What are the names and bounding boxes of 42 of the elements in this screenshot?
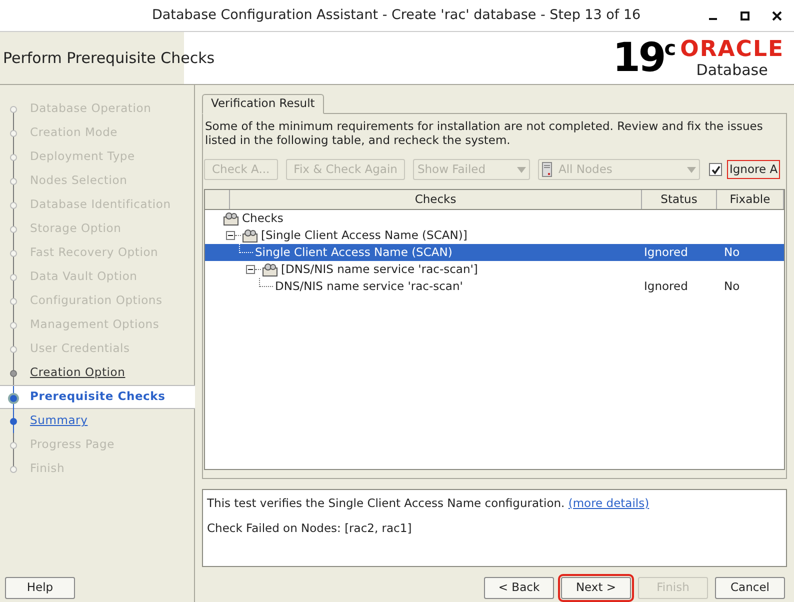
- caret-icon: [517, 166, 526, 172]
- tab[interactable]: Verification Result: [202, 94, 324, 114]
- collapse-icon[interactable]: [226, 231, 235, 240]
- footer-button[interactable]: Cancel: [715, 577, 785, 599]
- check-name: Checks: [242, 210, 284, 227]
- more-details-link[interactable]: (more details): [568, 496, 650, 510]
- status-text: Ignored: [644, 278, 688, 293]
- step-item[interactable]: Creation Option: [30, 364, 126, 382]
- page-title: Perform Prerequisite Checks: [3, 48, 215, 69]
- ignore-checkbox[interactable]: [709, 163, 722, 176]
- details-text: This test verifies the Single Client Access Name configuration. (more details): [207, 495, 650, 512]
- caret-icon: [687, 166, 696, 172]
- column-header[interactable]: Status: [642, 190, 717, 209]
- server-icon: [542, 162, 552, 177]
- tree-row[interactable]: DNS/NIS name service 'rac-scan' Ignored No: [205, 278, 784, 295]
- window-title: Database Configuration Assistant - Create 'rac' database - Step 13 of 16: [152, 6, 641, 26]
- ignore-label[interactable]: Ignore A: [727, 160, 780, 180]
- check-name: [Single Client Access Name (SCAN)]: [261, 226, 468, 244]
- tree-row[interactable]: Single Client Access Name (SCAN) Ignored No: [205, 244, 784, 261]
- footer-button[interactable]: Next >: [561, 577, 631, 599]
- fixable-text: No: [724, 244, 740, 259]
- tree-row[interactable]: [DNS/NIS name service 'rac-scan']: [205, 261, 784, 278]
- check-name: DNS/NIS name service 'rac-scan': [275, 278, 463, 295]
- tree-row[interactable]: [Single Client Access Name (SCAN)]: [205, 227, 784, 244]
- folder-gear-icon: [223, 212, 239, 226]
- step-item[interactable]: Summary: [30, 412, 88, 430]
- status-text: Ignored: [644, 244, 688, 259]
- close-icon[interactable]: [772, 10, 782, 20]
- folder-gear-icon: [242, 228, 258, 242]
- folder-gear-icon: [262, 262, 278, 276]
- footer-button[interactable]: < Back: [484, 577, 554, 599]
- collapse-icon[interactable]: [246, 265, 255, 274]
- fixable-text: No: [724, 278, 740, 293]
- help-button[interactable]: Help: [5, 577, 75, 599]
- column-header[interactable]: Checks: [230, 190, 642, 209]
- result-text: Check Failed on Nodes: [rac2, rac1]: [207, 520, 413, 538]
- tree-row[interactable]: Checks: [205, 210, 784, 227]
- maximize-icon[interactable]: [740, 10, 750, 20]
- column-header[interactable]: Fixable: [717, 190, 784, 209]
- description-text: Some of the minimum requirements for installation are not completed. Review and fix the issues listed in the following table, and recheck the system.: [204, 118, 764, 147]
- check-name: Single Client Access Name (SCAN): [255, 244, 452, 261]
- check-name: [DNS/NIS name service 'rac-scan']: [281, 260, 478, 278]
